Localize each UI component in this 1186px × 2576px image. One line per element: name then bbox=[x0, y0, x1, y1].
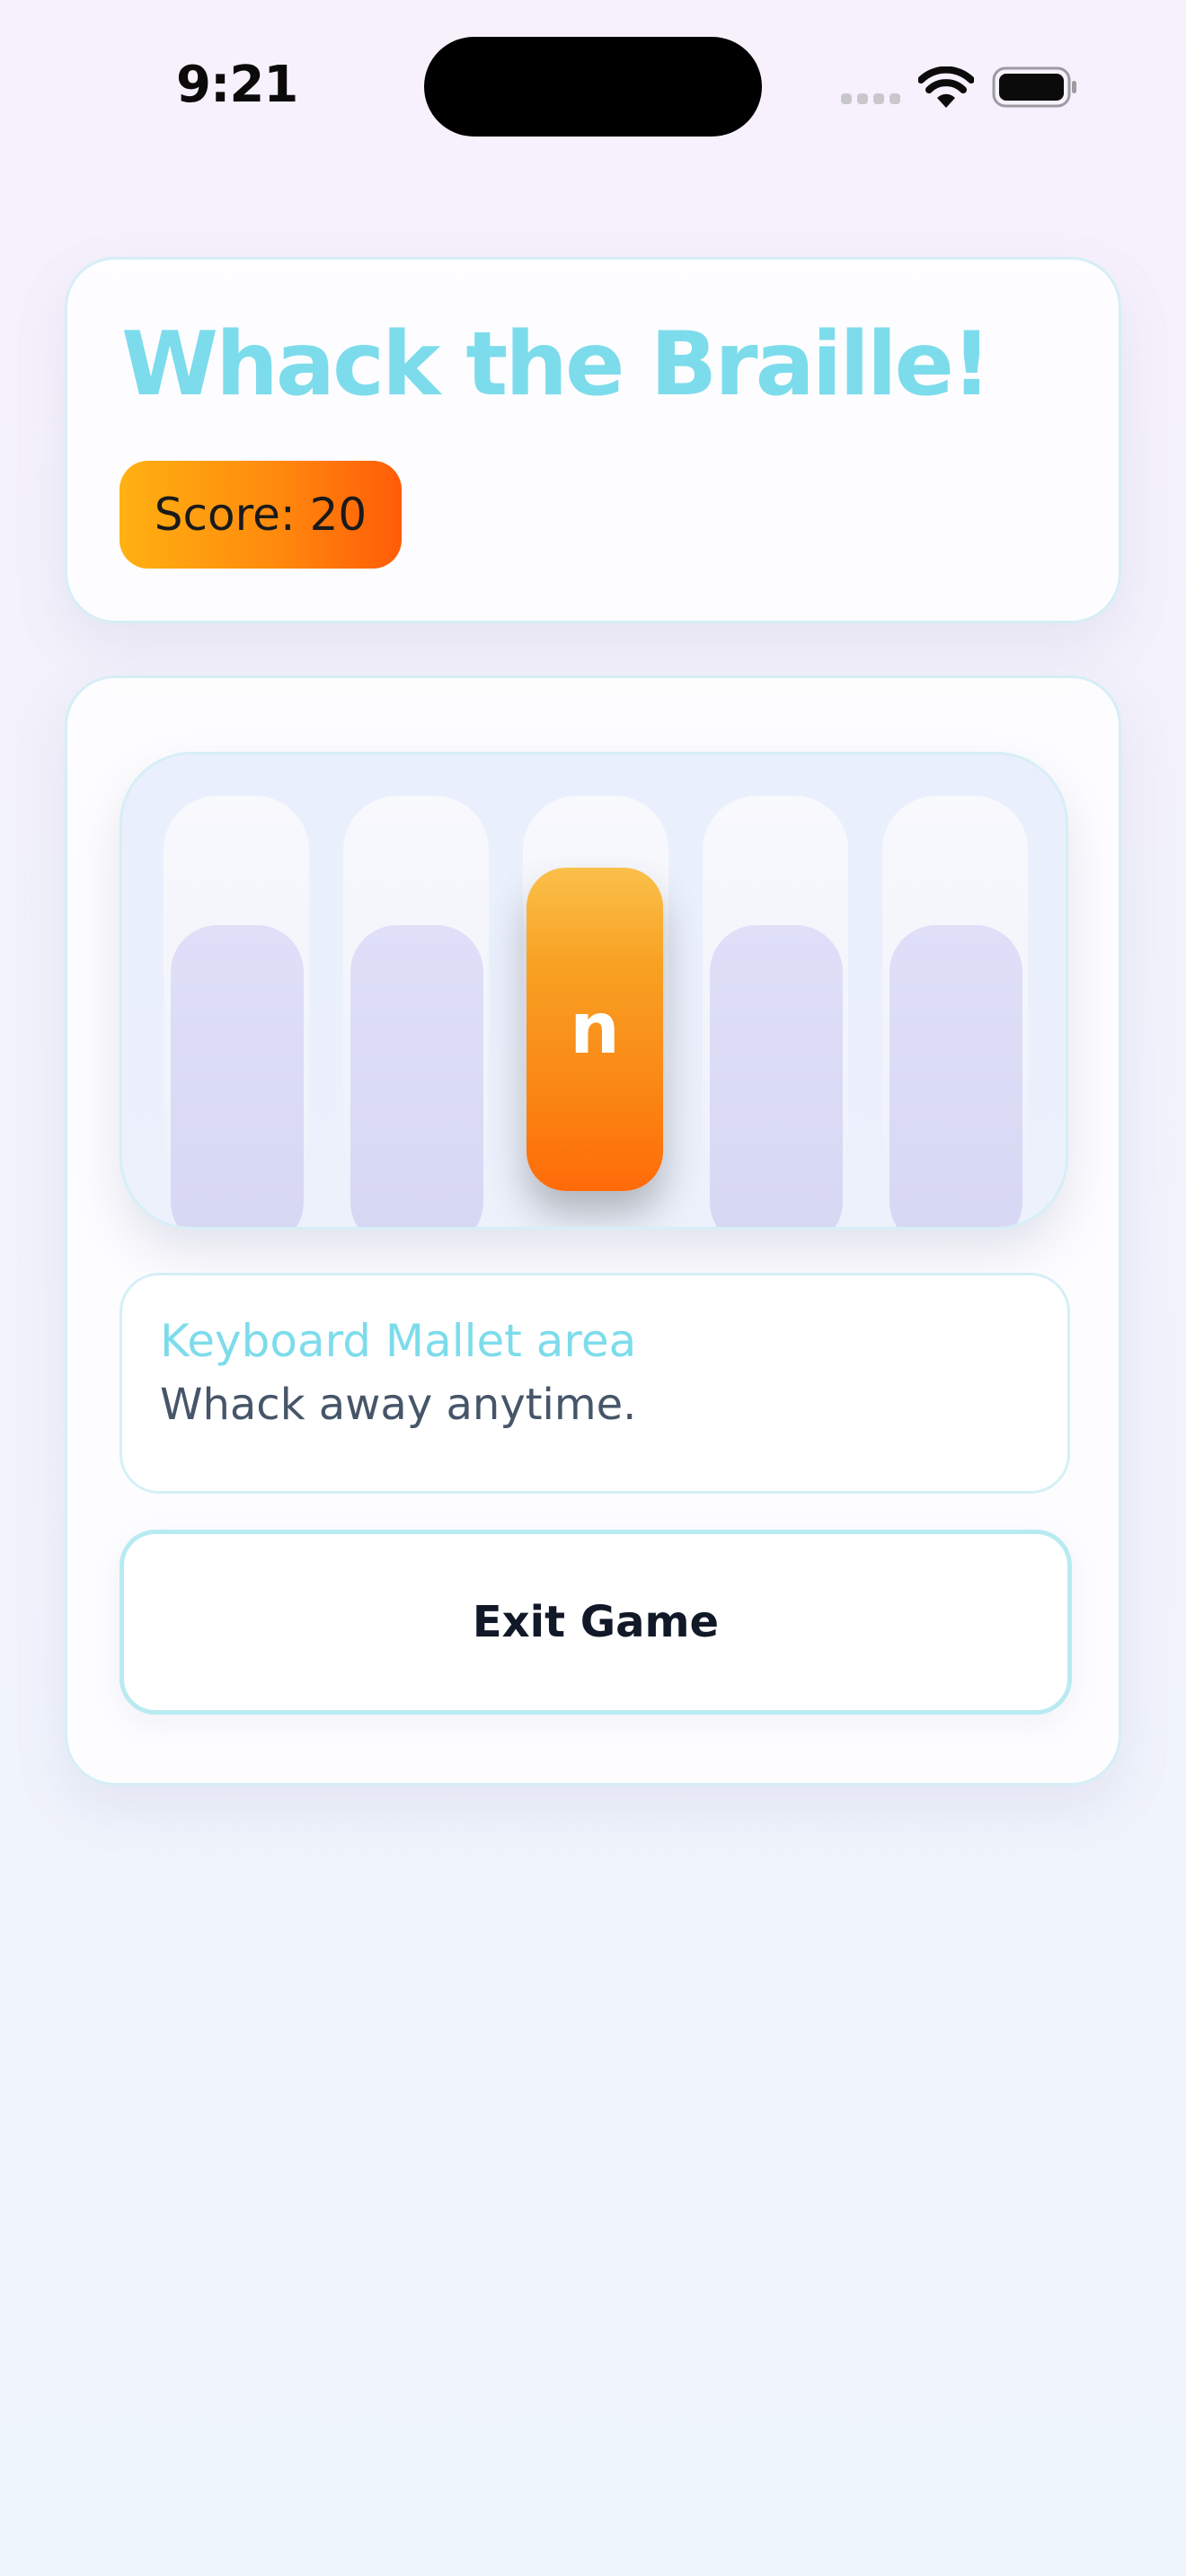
game-card: n Keyboard Mallet area Whack away anytim… bbox=[65, 675, 1121, 1786]
exit-game-button[interactable]: Exit Game bbox=[119, 1530, 1072, 1715]
hidden-mole-4 bbox=[710, 925, 843, 1227]
header-card: Whack the Braille! Score: 20 bbox=[65, 257, 1121, 623]
score-badge: Score: 20 bbox=[119, 461, 402, 569]
whack-a-mole-board: n bbox=[119, 752, 1068, 1230]
game-title: Whack the Braille! bbox=[121, 313, 992, 416]
status-bar: 9:21 bbox=[0, 0, 1186, 171]
hidden-mole-2 bbox=[350, 925, 483, 1227]
status-time: 9:21 bbox=[176, 56, 298, 114]
info-title: Keyboard Mallet area bbox=[160, 1315, 637, 1367]
hidden-mole-1 bbox=[171, 925, 304, 1227]
dynamic-island bbox=[424, 37, 762, 137]
battery-icon bbox=[992, 66, 1076, 108]
active-mole-n[interactable]: n bbox=[527, 868, 663, 1191]
hidden-mole-5 bbox=[890, 925, 1022, 1227]
wifi-icon bbox=[918, 66, 974, 108]
cellular-signal-icon bbox=[841, 93, 900, 104]
keyboard-mallet-area[interactable]: Keyboard Mallet area Whack away anytime. bbox=[119, 1273, 1070, 1494]
info-text: Whack away anytime. bbox=[160, 1380, 637, 1430]
